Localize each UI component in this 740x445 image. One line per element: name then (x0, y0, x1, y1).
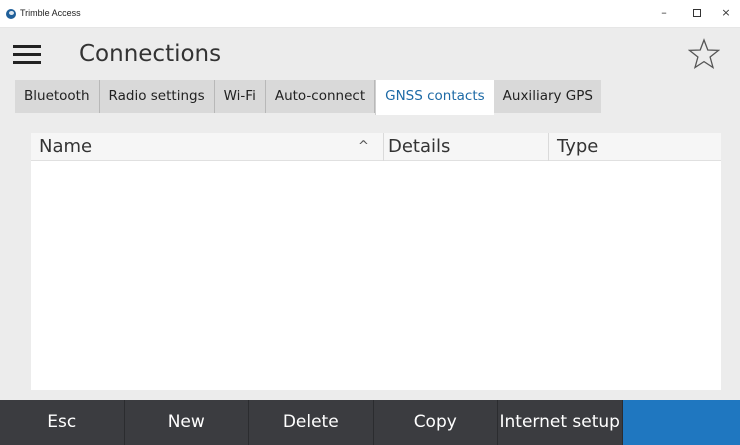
minimize-button[interactable]: – (657, 6, 671, 20)
tab-radio-settings[interactable]: Radio settings (99, 80, 215, 113)
tab-auto-connect[interactable]: Auto-connect (265, 80, 376, 113)
window-title: Trimble Access (20, 8, 81, 18)
accent-softkey-button[interactable] (622, 400, 740, 445)
tab-bar: Bluetooth Radio settings Wi-Fi Auto-conn… (15, 80, 601, 115)
table-header: Name ^ Details Type (31, 133, 721, 161)
tab-auxiliary-gps[interactable]: Auxiliary GPS (493, 80, 601, 113)
app-area: Connections Bluetooth Radio settings Wi-… (0, 28, 740, 400)
copy-button[interactable]: Copy (374, 400, 498, 445)
page-title: Connections (79, 41, 222, 67)
hamburger-menu-icon[interactable] (13, 45, 41, 65)
esc-button[interactable]: Esc (0, 400, 125, 445)
tab-gnss-contacts[interactable]: GNSS contacts (375, 80, 494, 115)
favorite-star-icon[interactable] (688, 38, 720, 70)
maximize-icon (693, 9, 701, 17)
window-title-bar: Trimble Access – × (0, 0, 740, 28)
delete-button[interactable]: Delete (249, 400, 374, 445)
column-header-name[interactable]: Name (39, 133, 92, 161)
column-header-details[interactable]: Details (383, 133, 450, 161)
tab-bluetooth[interactable]: Bluetooth (15, 80, 100, 113)
gnss-contacts-table[interactable]: Name ^ Details Type (31, 133, 721, 390)
column-header-type[interactable]: Type (548, 133, 598, 161)
tab-content: Name ^ Details Type (15, 115, 739, 400)
sort-ascending-icon: ^ (358, 139, 369, 154)
maximize-button[interactable] (690, 6, 704, 20)
close-button[interactable]: × (719, 6, 733, 20)
tab-wifi[interactable]: Wi-Fi (214, 80, 266, 113)
softkey-bar: Esc New Delete Copy Internet setup (0, 400, 740, 445)
new-button[interactable]: New (125, 400, 249, 445)
trimble-app-icon (6, 9, 16, 19)
internet-setup-button[interactable]: Internet setup (498, 400, 623, 445)
